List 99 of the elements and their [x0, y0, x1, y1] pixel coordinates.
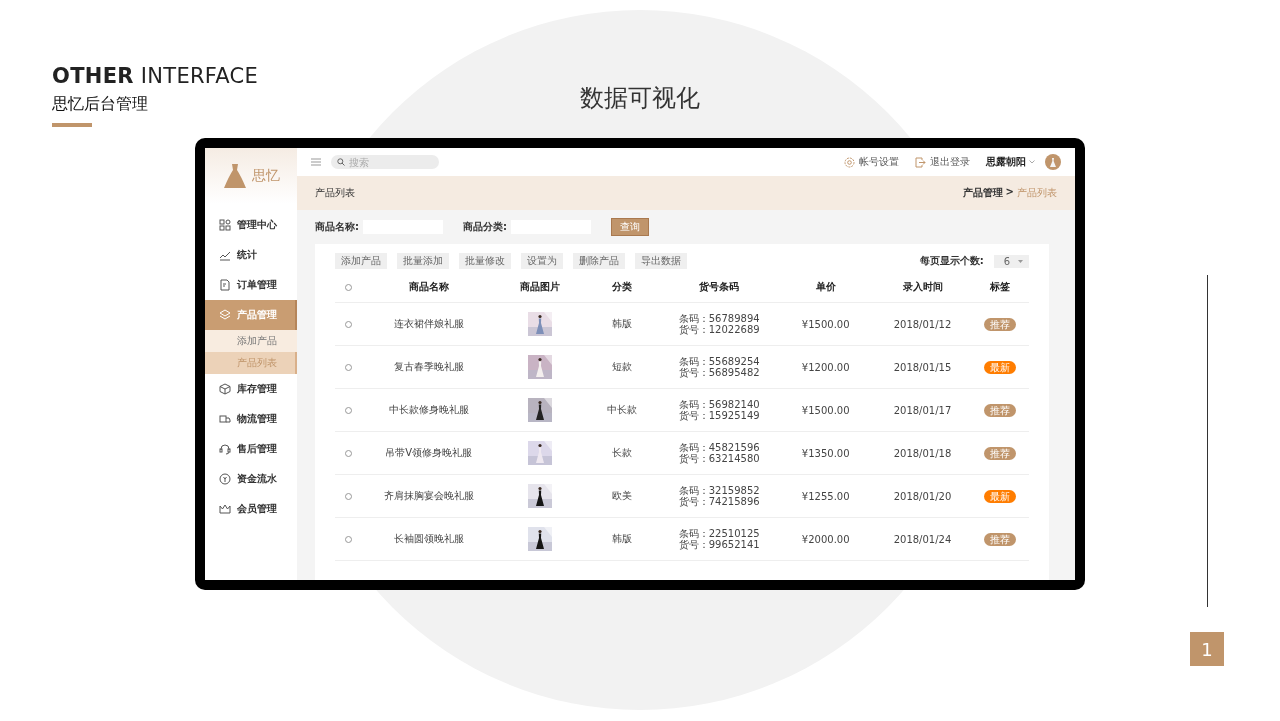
product-name-cell-text: 长袖圆领晚礼服	[392, 532, 465, 546]
column-header: 商品图片	[519, 280, 562, 294]
price-cell-text: ¥1500.00	[800, 404, 851, 416]
price-cell-text: ¥2000.00	[800, 533, 851, 545]
nav-item[interactable]: 订单管理	[205, 270, 297, 300]
crown-icon	[219, 503, 231, 515]
toolbar-button[interactable]: 批量添加	[397, 253, 449, 269]
product-name-cell-text: 吊带V领修身晚礼服	[384, 446, 474, 460]
page-size-select[interactable]: 6	[993, 254, 1029, 268]
filter-label: 商品名称:	[315, 220, 359, 234]
box-icon	[219, 383, 231, 395]
logout-link[interactable]: 退出登录	[915, 155, 970, 169]
item-number-text: 货号：56895482	[678, 367, 760, 379]
search-icon	[337, 158, 345, 166]
nav-item[interactable]: 库存管理	[205, 374, 297, 404]
dress-logo-icon	[222, 162, 248, 190]
section-subtitle: 思忆后台管理	[52, 94, 149, 115]
item-number-text: 货号：99652141	[678, 539, 760, 551]
caret-icon	[1029, 160, 1035, 164]
barcode-text: 条码：32159852	[678, 484, 760, 496]
date-cell-text: 2018/01/24	[892, 533, 953, 545]
price-cell-text: ¥1500.00	[800, 318, 851, 330]
truck-icon	[219, 413, 231, 425]
product-name-cell-text: 齐肩抹胸宴会晚礼服	[382, 489, 475, 503]
layers-icon	[219, 309, 231, 321]
tag-badge: 最新	[983, 360, 1016, 374]
tag-badge: 推荐	[983, 446, 1016, 460]
barcode-text: 条码：55689254	[678, 355, 760, 367]
barcode-text: 条码：56982140	[678, 398, 760, 410]
page-size-label: 每页显示个数:	[919, 254, 984, 268]
price-cell-text: ¥1200.00	[800, 361, 851, 373]
column-header: 分类	[611, 280, 634, 294]
logo-text: 思忆	[252, 167, 280, 185]
category-cell-text: 韩版	[611, 317, 634, 331]
date-cell-text: 2018/01/20	[892, 490, 953, 502]
date-cell-text: 2018/01/12	[892, 318, 953, 330]
caret-icon	[1018, 259, 1023, 263]
avatar-icon[interactable]	[1045, 154, 1061, 170]
user-menu[interactable]: 思露朝阳	[986, 155, 1035, 169]
toolbar-button[interactable]: 导出数据	[635, 253, 687, 269]
nav-item[interactable]: 会员管理	[205, 494, 297, 524]
breadcrumb-link[interactable]: 产品管理	[962, 186, 1003, 200]
item-number-text: 货号：74215896	[678, 496, 760, 508]
nav-item[interactable]: 统计	[205, 240, 297, 270]
toolbar-button[interactable]: 添加产品	[335, 253, 387, 269]
category-cell-text: 韩版	[611, 532, 634, 546]
tag-badge: 推荐	[983, 403, 1016, 417]
nav-subitem[interactable]: 添加产品	[205, 330, 297, 352]
category-cell-text: 长款	[611, 446, 634, 460]
accent-underline	[52, 123, 92, 127]
tag-badge: 推荐	[983, 532, 1016, 546]
column-header: 标签	[988, 280, 1011, 294]
menu-icon[interactable]	[311, 158, 321, 166]
column-header: 录入时间	[901, 280, 944, 294]
category-cell-text: 欧美	[611, 489, 634, 503]
product-name-cell-text: 复古春季晚礼服	[392, 360, 465, 374]
barcode-text: 条码：56789894	[678, 312, 760, 324]
toolbar-button[interactable]: 删除产品	[573, 253, 625, 269]
item-number-text: 货号：15925149	[678, 410, 760, 422]
search-field[interactable]: 搜索	[331, 155, 439, 169]
date-cell-text: 2018/01/18	[892, 447, 953, 459]
nav-item[interactable]: 管理中心	[205, 210, 297, 240]
nav-item[interactable]: 物流管理	[205, 404, 297, 434]
document-icon	[219, 279, 231, 291]
filter-label: 商品分类:	[463, 220, 507, 234]
date-cell-text: 2018/01/15	[892, 361, 953, 373]
toolbar-button[interactable]: 批量修改	[459, 253, 511, 269]
section-heading: OTHER INTERFACE	[52, 64, 260, 88]
price-cell-text: ¥1350.00	[800, 447, 851, 459]
toolbar-button[interactable]: 设置为	[521, 253, 563, 269]
slide-title: 数据可视化	[579, 83, 701, 114]
date-cell-text: 2018/01/17	[892, 404, 953, 416]
category-cell-text: 中长款	[606, 403, 639, 417]
nav-item[interactable]: 售后管理	[205, 434, 297, 464]
tag-badge: 推荐	[983, 317, 1016, 331]
breadcrumb-separator: >	[1005, 186, 1014, 199]
settings-icon	[844, 156, 855, 168]
grid-icon	[219, 219, 231, 231]
page-title: 产品列表	[315, 186, 355, 200]
breadcrumb-current: 产品列表	[1017, 186, 1057, 200]
tag-badge: 最新	[983, 489, 1016, 503]
logout-icon	[915, 156, 926, 168]
item-number-text: 货号：63214580	[678, 453, 760, 465]
headset-icon	[219, 443, 231, 455]
column-header: 货号条码	[698, 280, 741, 294]
product-name-cell-text: 中长款修身晚礼服	[387, 403, 470, 417]
page-number: 1	[1190, 632, 1224, 666]
product-name-cell-text: 连衣裙伴娘礼服	[392, 317, 465, 331]
category-cell-text: 短款	[611, 360, 634, 374]
account-settings-link[interactable]: 帐号设置	[844, 155, 899, 169]
coin-icon	[219, 473, 231, 485]
nav-item[interactable]: 资金流水	[205, 464, 297, 494]
barcode-text: 条码：45821596	[678, 441, 760, 453]
column-header: 单价	[814, 280, 837, 294]
column-header: 商品名称	[407, 280, 450, 294]
chart-icon	[219, 249, 231, 261]
price-cell-text: ¥1255.00	[800, 490, 851, 502]
barcode-text: 条码：22510125	[678, 527, 760, 539]
item-number-text: 货号：12022689	[678, 324, 760, 336]
